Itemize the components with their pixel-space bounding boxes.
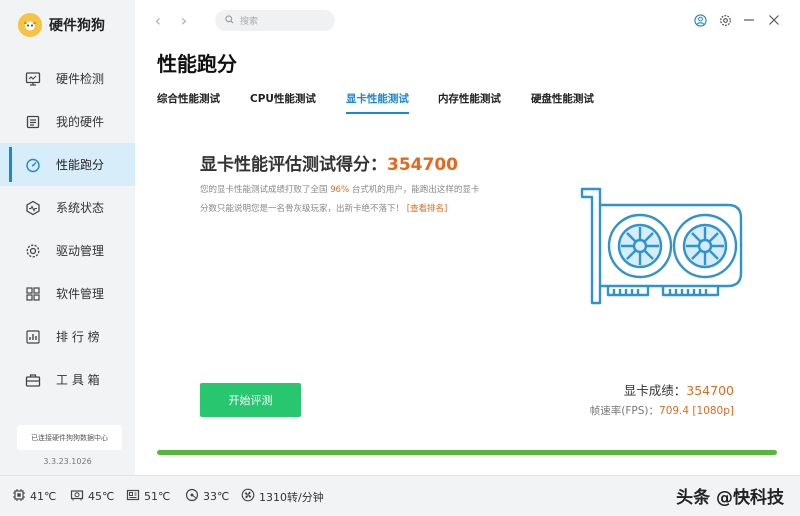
tab-disk[interactable]: 硬盘性能测试 bbox=[531, 91, 594, 114]
user-icon[interactable] bbox=[692, 12, 708, 28]
tab-cpu[interactable]: CPU性能测试 bbox=[250, 91, 316, 114]
gpu-result: 显卡成绩：354700 bbox=[590, 380, 734, 399]
desc-text: 分数只能说明您是一名骨灰级玩家，出新卡绝不落下！ bbox=[200, 204, 405, 214]
board-temp-stat: 51℃ bbox=[126, 488, 170, 505]
sidebar-item-label: 工 具 箱 bbox=[56, 373, 100, 387]
sidebar-item-label: 我的硬件 bbox=[56, 115, 105, 129]
grid-icon bbox=[24, 285, 42, 303]
score-label: 显卡性能评估测试得分： bbox=[200, 155, 387, 175]
chip-icon bbox=[24, 113, 42, 131]
minimize-icon[interactable] bbox=[741, 12, 757, 28]
score-value: 354700 bbox=[387, 155, 458, 175]
version-label: 3.3.23.1026 bbox=[43, 457, 92, 466]
graphics-card-icon bbox=[578, 183, 748, 312]
cpu-icon bbox=[12, 488, 26, 505]
board-temp: 51℃ bbox=[144, 490, 171, 503]
sidebar-item-label: 硬件检测 bbox=[56, 72, 105, 86]
tab-bar: 综合性能测试 CPU性能测试 显卡性能测试 内存性能测试 硬盘性能测试 bbox=[157, 91, 594, 114]
benchmark-progress-bar bbox=[157, 450, 777, 455]
back-arrow-icon[interactable]: ‹ bbox=[151, 11, 165, 30]
desc-text: 台式机的用户，能跑出这样的显卡 bbox=[349, 185, 480, 195]
watermark: 头条 @快科技 bbox=[676, 488, 784, 508]
start-benchmark-button[interactable]: 开始评测 bbox=[200, 383, 301, 417]
fan-icon bbox=[241, 488, 255, 505]
status-bar: 41℃ 45℃ 51℃ 33℃ 1310转/分钟 头条 @快科技 bbox=[0, 475, 800, 516]
sidebar-item-label: 系统状态 bbox=[56, 201, 105, 215]
gpu-temp: 45℃ bbox=[88, 490, 115, 503]
speedometer-icon bbox=[24, 156, 42, 174]
progress-fill bbox=[157, 450, 777, 455]
disk-icon bbox=[185, 488, 199, 505]
disk-temp: 33℃ bbox=[203, 490, 230, 503]
disk-temp-stat: 33℃ bbox=[185, 488, 229, 505]
gpu-icon bbox=[70, 488, 84, 505]
desc-text: 您的显卡性能测试成绩打败了全国 bbox=[200, 185, 331, 195]
search-input[interactable]: 搜索 bbox=[215, 10, 335, 31]
sidebar-item-label: 软件管理 bbox=[56, 287, 105, 301]
sidebar-item-benchmark[interactable]: 性能跑分 bbox=[0, 143, 135, 186]
sidebar-item-software[interactable]: 软件管理 bbox=[0, 272, 135, 315]
search-icon bbox=[225, 14, 234, 27]
result-value: 354700 bbox=[686, 383, 734, 398]
cpu-temp-stat: 41℃ bbox=[12, 488, 56, 505]
settings-icon[interactable] bbox=[717, 12, 733, 28]
tab-memory[interactable]: 内存性能测试 bbox=[438, 91, 501, 114]
motherboard-icon bbox=[126, 488, 140, 505]
fps-value: 709.4 [1080p] bbox=[659, 405, 734, 417]
sidebar-item-label: 性能跑分 bbox=[56, 158, 105, 172]
sidebar-item-label: 排 行 榜 bbox=[56, 330, 100, 344]
result-label: 显卡成绩： bbox=[623, 383, 687, 398]
pulse-icon bbox=[24, 199, 42, 217]
close-icon[interactable] bbox=[766, 12, 782, 28]
search-placeholder: 搜索 bbox=[240, 17, 259, 27]
view-ranking-link[interactable]: [查看排名] bbox=[407, 204, 448, 214]
sidebar-item-hardware-detect[interactable]: 硬件检测 bbox=[0, 57, 135, 100]
connection-status: 已连接硬件狗狗数据中心 bbox=[17, 425, 122, 450]
fps-result: 帧速率(FPS)：709.4 [1080p] bbox=[590, 403, 734, 418]
sidebar: 硬件狗狗 硬件检测 我的硬件 性能跑分 系统状态 驱动管理 软件管理 排 行 榜… bbox=[0, 0, 135, 475]
result-panel: 显卡成绩：354700 帧速率(FPS)：709.4 [1080p] bbox=[590, 380, 734, 418]
percent-value: 96% bbox=[330, 185, 350, 195]
sidebar-item-my-hardware[interactable]: 我的硬件 bbox=[0, 100, 135, 143]
fan-speed: 1310转/分钟 bbox=[259, 490, 324, 504]
page-title: 性能跑分 bbox=[157, 52, 237, 76]
sidebar-item-toolbox[interactable]: 工 具 箱 bbox=[0, 358, 135, 401]
sidebar-nav: 硬件检测 我的硬件 性能跑分 系统状态 驱动管理 软件管理 排 行 榜 工 具 … bbox=[0, 57, 135, 401]
sidebar-item-system-status[interactable]: 系统状态 bbox=[0, 186, 135, 229]
score-description: 您的显卡性能测试成绩打败了全国 96% 台式机的用户，能跑出这样的显卡 分数只能… bbox=[200, 181, 500, 219]
tab-overall[interactable]: 综合性能测试 bbox=[157, 91, 220, 114]
topbar: ‹ › 搜索 bbox=[135, 0, 800, 42]
monitor-icon bbox=[24, 70, 42, 88]
app-name: 硬件狗狗 bbox=[49, 18, 105, 34]
forward-arrow-icon[interactable]: › bbox=[177, 11, 191, 30]
sidebar-item-label: 驱动管理 bbox=[56, 244, 105, 258]
ranking-icon bbox=[24, 328, 42, 346]
fan-speed-stat: 1310转/分钟 bbox=[241, 488, 324, 505]
gpu-temp-stat: 45℃ bbox=[70, 488, 114, 505]
fps-label: 帧速率(FPS)： bbox=[589, 405, 660, 417]
sidebar-item-driver[interactable]: 驱动管理 bbox=[0, 229, 135, 272]
dog-logo-icon bbox=[18, 13, 42, 37]
cpu-temp: 41℃ bbox=[30, 490, 57, 503]
score-heading: 显卡性能评估测试得分：354700 bbox=[200, 150, 458, 175]
brand: 硬件狗狗 bbox=[18, 13, 105, 37]
toolbox-icon bbox=[24, 371, 42, 389]
gear-icon bbox=[24, 242, 42, 260]
tab-gpu[interactable]: 显卡性能测试 bbox=[345, 91, 409, 114]
sidebar-item-ranking[interactable]: 排 行 榜 bbox=[0, 315, 135, 358]
